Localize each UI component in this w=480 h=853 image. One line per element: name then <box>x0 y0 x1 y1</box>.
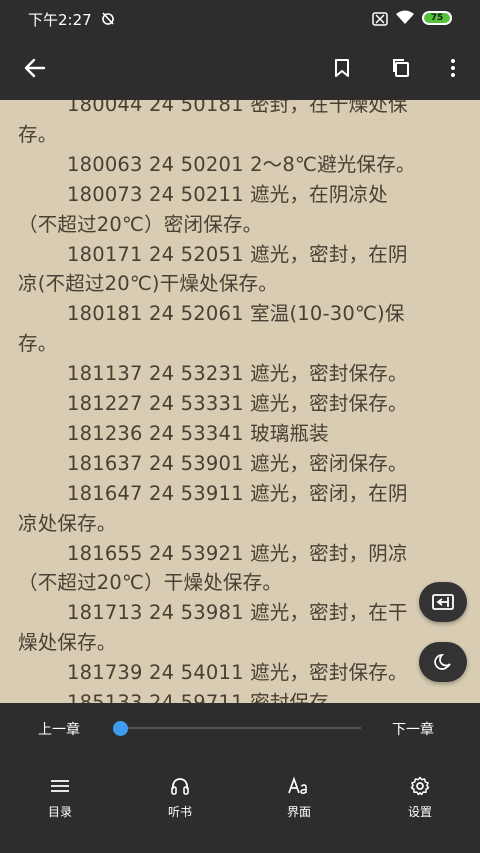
menu-contents-label: 目录 <box>47 805 72 819</box>
alarm-off-icon <box>100 10 116 30</box>
status-bar: 下午2:27 75 <box>0 0 480 36</box>
gear-icon <box>380 775 460 797</box>
list-icon <box>20 775 100 797</box>
text-line: 凉(不超过20℃)干燥处保存。 <box>18 272 278 296</box>
font-icon <box>259 775 339 797</box>
battery-icon: 75 <box>422 11 452 25</box>
prev-chapter-button[interactable]: 上一章 <box>38 719 80 739</box>
text-line: 181236 24 53341 玻璃瓶装 <box>67 421 329 445</box>
auto-page-icon <box>432 594 454 610</box>
menu-listen-label: 听书 <box>167 805 192 819</box>
copy-button[interactable] <box>384 51 418 85</box>
menu-listen[interactable]: 听书 <box>140 775 220 825</box>
back-button[interactable] <box>18 51 52 85</box>
arrow-left-icon <box>24 58 46 78</box>
more-button[interactable] <box>436 51 470 85</box>
text-line: 181647 24 53911 遮光，密闭，在阴 <box>67 481 408 505</box>
menu-contents[interactable]: 目录 <box>20 775 100 825</box>
top-toolbar <box>0 36 480 100</box>
text-line: 凉处保存。 <box>18 511 117 535</box>
sim-blocked-icon <box>372 11 388 30</box>
menu-settings-label: 设置 <box>407 805 432 819</box>
next-chapter-button[interactable]: 下一章 <box>392 719 434 739</box>
copy-icon <box>393 59 409 77</box>
bookmark-button[interactable] <box>325 51 359 85</box>
more-vertical-icon <box>451 59 455 77</box>
book-text[interactable]: 180044 24 50181 密封，在干燥处保 存。 180063 24 5020… <box>0 96 480 706</box>
text-line: 181137 24 53231 遮光，密封保存。 <box>67 362 408 386</box>
status-time: 下午2:27 <box>28 11 92 29</box>
moon-icon <box>434 654 451 670</box>
text-line: （不超过20℃）密闭保存。 <box>18 212 263 236</box>
bottom-panel: 上一章 下一章 目录 听书 界面 设置 <box>0 703 480 853</box>
text-line: 180073 24 50211 遮光，在阴凉处 <box>67 182 388 206</box>
auto-page-button[interactable] <box>419 582 467 622</box>
text-line: 燥处保存。 <box>18 631 117 655</box>
night-mode-button[interactable] <box>419 642 467 682</box>
text-line: 180171 24 52051 遮光，密封，在阴 <box>67 242 408 266</box>
text-line: 180181 24 52061 室温(10-30℃)保 <box>67 302 405 326</box>
menu-appearance[interactable]: 界面 <box>259 775 339 825</box>
headphones-icon <box>140 775 220 797</box>
chapter-progress-thumb[interactable] <box>113 721 128 736</box>
chapter-progress-track[interactable] <box>121 727 361 729</box>
text-line: 存。 <box>18 332 58 356</box>
wifi-icon <box>395 10 415 29</box>
text-line: 180063 24 50201 2～8℃避光保存。 <box>67 152 416 176</box>
menu-settings[interactable]: 设置 <box>380 775 460 825</box>
text-line: 181227 24 53331 遮光，密封保存。 <box>67 392 408 415</box>
text-line: 181655 24 53921 遮光，密封，阴凉 <box>67 541 408 565</box>
menu-appearance-label: 界面 <box>286 805 311 819</box>
text-line: 存。 <box>18 122 58 146</box>
text-line: （不超过20℃）干燥处保存。 <box>18 571 283 595</box>
bookmark-icon <box>335 59 349 77</box>
text-line: 181637 24 53901 遮光，密闭保存。 <box>67 451 408 475</box>
